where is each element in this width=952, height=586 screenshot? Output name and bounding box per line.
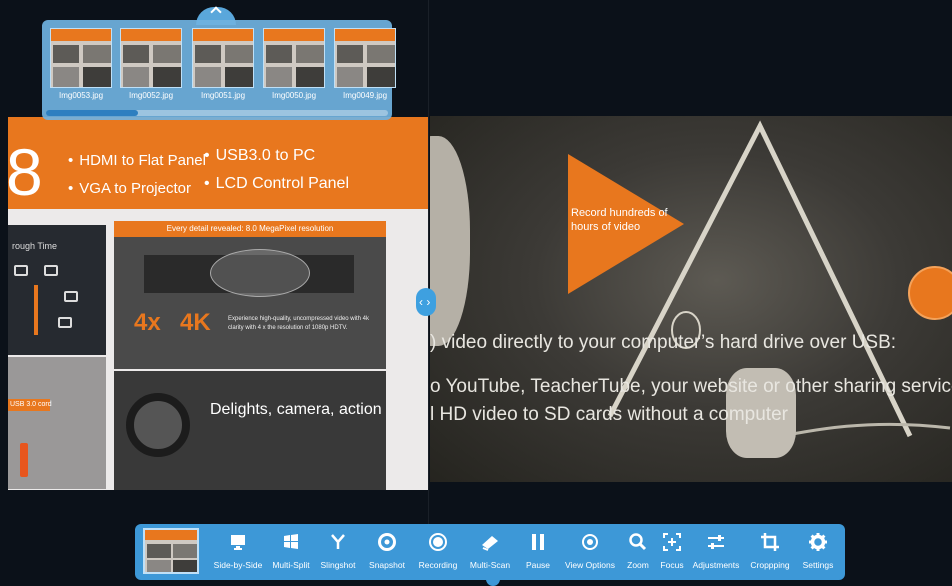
view-options-button[interactable]: View Options <box>563 530 617 576</box>
video-camera-icon <box>14 265 28 276</box>
thumbnail-label: Img0053.jpg <box>58 91 104 100</box>
doc-orange-banner: 8 HDMI to Flat Panel VGA to Projector US… <box>8 117 428 209</box>
gear-icon <box>809 533 827 551</box>
thumbnail-strip: Img0053.jpg Img0052.jpg Img0051.jpg Img0… <box>42 20 396 120</box>
doc-usb-label: USB 3.0 cord <box>8 399 52 411</box>
strip-scrollbar-thumb[interactable] <box>46 110 138 116</box>
slingshot-icon <box>331 534 345 549</box>
projector-icon <box>58 317 72 328</box>
doc-camera-tile: Delights, camera, action <box>114 371 386 490</box>
record-icon <box>429 533 447 551</box>
windows-grid-icon <box>284 534 298 549</box>
view-options-label: View Options <box>565 560 615 570</box>
strip-scrollbar[interactable] <box>46 110 388 116</box>
doc-time-label: rough Time <box>12 241 58 251</box>
slingshot-button[interactable]: Slingshot <box>317 530 359 576</box>
adjustments-label: Adjustments <box>692 560 740 570</box>
doc-detail-header: Every detail revealed: 8.0 MegaPixel res… <box>114 221 386 237</box>
thumbnail-item[interactable]: Img0051.jpg <box>190 28 256 106</box>
video-text-line-3: l HD video to SD cards without a compute… <box>430 404 788 425</box>
zoom-button[interactable]: Zoom <box>623 530 653 576</box>
monitor-icon <box>231 535 245 550</box>
toolbar-collapse-nub[interactable] <box>486 578 500 586</box>
settings-button[interactable]: Settings <box>799 530 837 576</box>
video-text-line-1: ) video directly to your computer’s hard… <box>430 332 897 353</box>
doc-detail-tile: Every detail revealed: 8.0 MegaPixel res… <box>114 221 386 369</box>
monitor-icon <box>64 291 78 302</box>
side-by-side-button[interactable]: Side-by-Side <box>213 530 263 576</box>
scanner-icon <box>482 536 498 551</box>
thumbnail-label: Img0051.jpg <box>200 91 246 100</box>
bottom-toolbar: Side-by-Side Multi-Split Slingshot Snaps… <box>135 524 845 580</box>
doc-4k-label: 4K <box>180 309 211 336</box>
magnifier-icon <box>629 533 647 551</box>
recording-label: Recording <box>418 560 458 570</box>
thumbnail-image[interactable] <box>192 28 254 88</box>
doc-usb-tile: USB 3.0 cord <box>8 357 106 489</box>
thumbnail-label: Img0050.jpg <box>271 91 317 100</box>
split-drag-handle[interactable]: ‹ › <box>416 288 436 316</box>
thumbnail-item[interactable]: Img0052.jpg <box>118 28 184 106</box>
focus-icon <box>663 533 681 551</box>
pause-label: Pause <box>525 560 551 570</box>
thumbnail-item[interactable]: Img0053.jpg <box>48 28 114 106</box>
thumbnail-image[interactable] <box>50 28 112 88</box>
doc-4x-label: 4x <box>134 309 161 336</box>
eye-icon <box>582 534 598 550</box>
current-image-thumbnail[interactable] <box>143 528 199 574</box>
slingshot-label: Slingshot <box>320 560 356 570</box>
doc-magnifier-oval <box>210 249 310 297</box>
thumbnail-item[interactable]: Img0049.jpg <box>332 28 398 106</box>
side-by-side-label: Side-by-Side <box>213 560 263 570</box>
thumbnail-image[interactable] <box>120 28 182 88</box>
adjustments-button[interactable]: Adjustments <box>691 530 741 576</box>
pause-button[interactable]: Pause <box>521 530 555 576</box>
cropping-label: Croppping <box>750 560 790 570</box>
film-camera-icon <box>126 393 190 457</box>
doc-big-number: 8 <box>8 135 43 209</box>
recording-button[interactable]: Recording <box>415 530 461 576</box>
doc-device-bar <box>34 285 38 335</box>
doc-camera-caption: Delights, camera, action <box>210 401 382 418</box>
video-frame: Record hundreds of hours of video ) vide… <box>430 116 952 482</box>
doc-feature-vga: VGA to Projector <box>68 180 191 197</box>
aperture-icon <box>378 533 396 551</box>
thumbnail-image[interactable] <box>334 28 396 88</box>
snapshot-label: Snapshot <box>369 560 405 570</box>
usb-cable-icon <box>20 443 28 477</box>
multi-scan-label: Multi-Scan <box>469 560 511 570</box>
doc-feature-hdmi: HDMI to Flat Panel <box>68 152 206 169</box>
cropping-button[interactable]: Croppping <box>747 530 793 576</box>
thumbnail-label: Img0049.jpg <box>342 91 388 100</box>
doc-feature-lcd: LCD Control Panel <box>204 175 349 193</box>
sliders-icon <box>708 535 724 549</box>
crop-icon <box>761 533 779 551</box>
thumbnail-label: Img0052.jpg <box>128 91 174 100</box>
focus-button[interactable]: Focus <box>657 530 687 576</box>
pause-icon <box>532 534 544 550</box>
split-handle-arrows: ‹ › <box>419 295 431 309</box>
right-view-pane[interactable]: Record hundreds of hours of video ) vide… <box>430 0 952 540</box>
chalk-drawing <box>607 120 951 448</box>
camera-icon <box>44 265 58 276</box>
doc-time-tile: rough Time <box>8 225 106 355</box>
doc-feature-usb: USB3.0 to PC <box>204 147 316 165</box>
thumbnail-image[interactable] <box>263 28 325 88</box>
multi-scan-button[interactable]: Multi-Scan <box>467 530 513 576</box>
video-text-line-2: o YouTube, TeacherTube, your website or … <box>430 376 952 397</box>
multi-split-button[interactable]: Multi-Split <box>269 530 313 576</box>
document-image: 8 HDMI to Flat Panel VGA to Projector US… <box>8 117 428 490</box>
split-divider <box>428 0 429 540</box>
video-play-text: Record hundreds of hours of video <box>571 207 668 233</box>
doc-detail-copy: Experience high-quality, uncompressed vi… <box>228 316 369 331</box>
viewer-stage: 8 HDMI to Flat Panel VGA to Projector US… <box>0 0 952 586</box>
settings-label: Settings <box>802 560 834 570</box>
snapshot-button[interactable]: Snapshot <box>365 530 409 576</box>
thumbnail-item[interactable]: Img0050.jpg <box>261 28 327 106</box>
